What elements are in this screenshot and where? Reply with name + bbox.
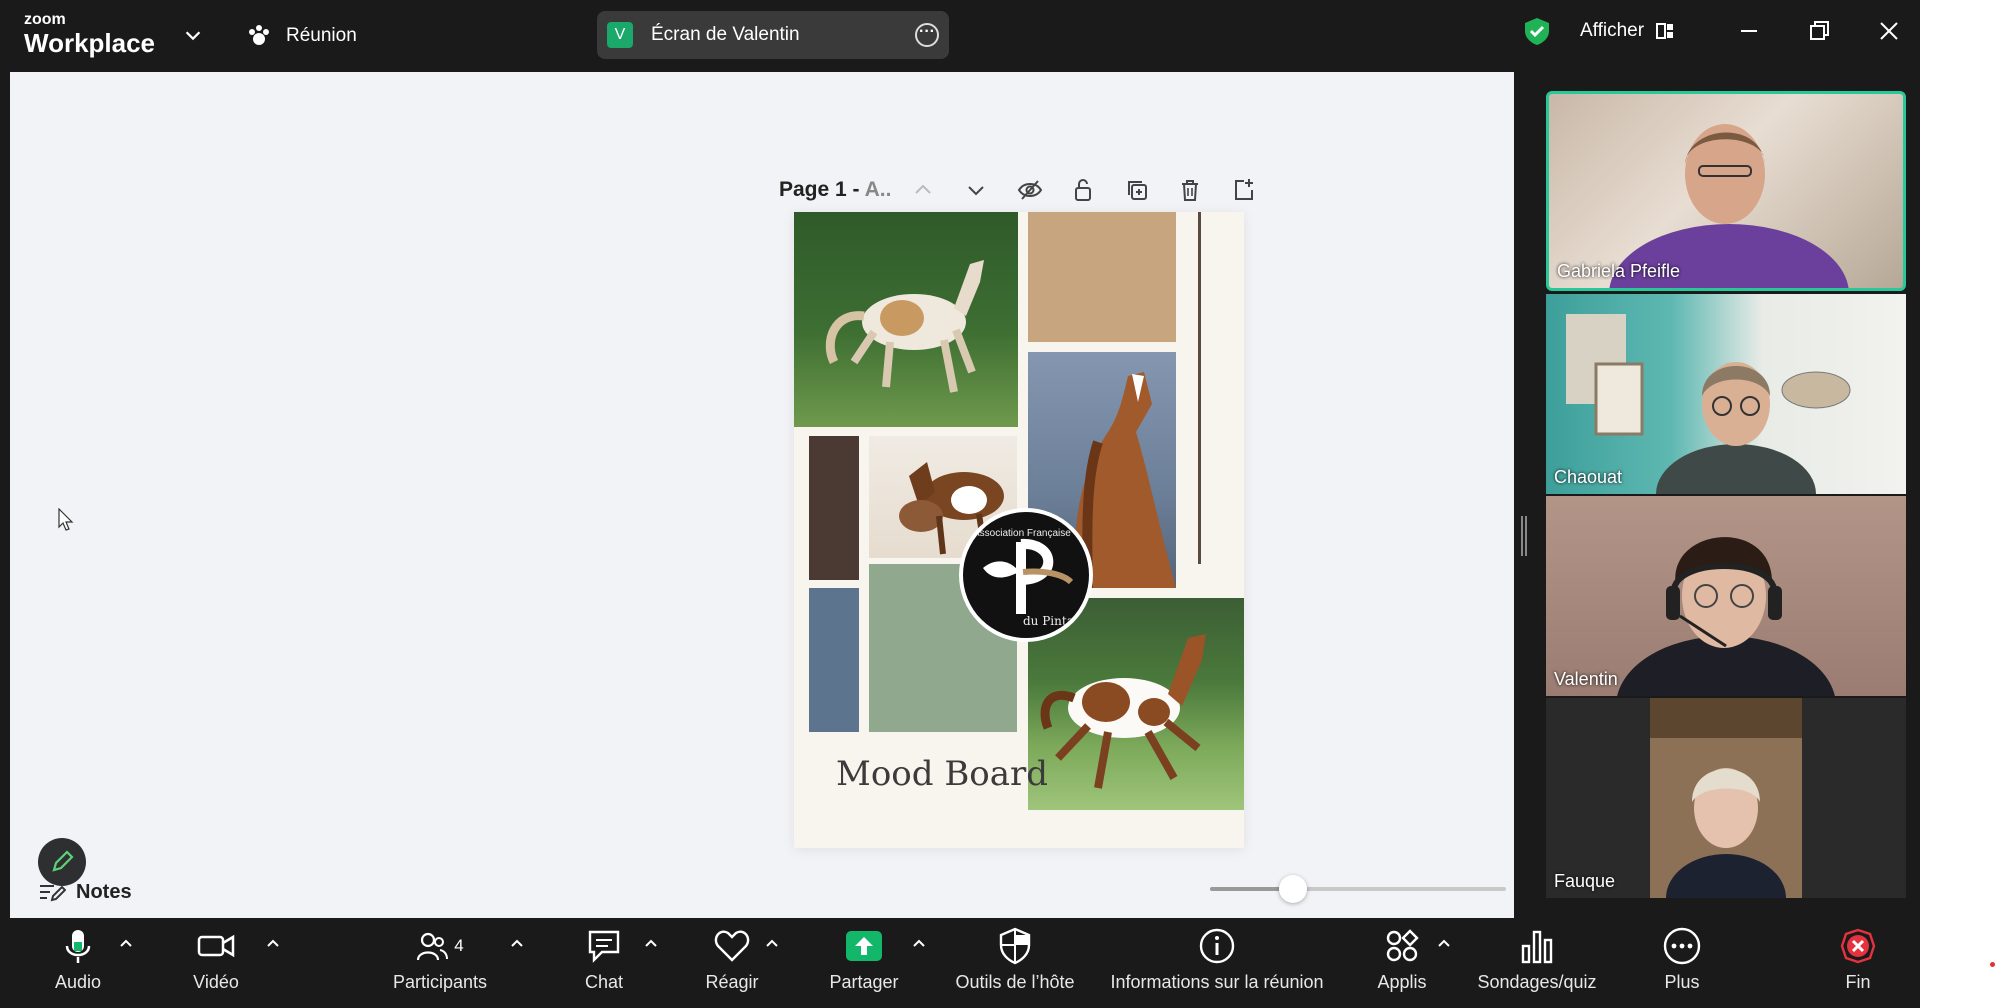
notes-icon bbox=[40, 885, 66, 902]
pencil-icon bbox=[52, 850, 74, 872]
mouse-cursor-icon bbox=[58, 508, 74, 531]
participant-video-4[interactable]: Fauque bbox=[1546, 698, 1906, 898]
participant-name: Chaouat bbox=[1554, 467, 1623, 487]
minimize-icon[interactable] bbox=[1734, 16, 1764, 46]
participant-video-2[interactable]: Chaouat bbox=[1546, 294, 1906, 494]
logo-text-bottom: du Pintado bbox=[1023, 614, 1089, 628]
title-bar: zoom Workplace Réunion V Écran de Valent… bbox=[0, 0, 1920, 72]
chevron-down-icon[interactable] bbox=[962, 176, 990, 204]
more-options-icon[interactable]: ··· bbox=[915, 23, 939, 47]
participant-name: Gabriela Pfeifle bbox=[1557, 261, 1681, 281]
horse-photo-1 bbox=[794, 212, 1018, 427]
more-dots-icon bbox=[1663, 927, 1701, 965]
chevron-down-icon[interactable] bbox=[182, 24, 204, 46]
polls-button[interactable]: Sondages/quiz bbox=[1474, 926, 1600, 993]
screen-share-indicator[interactable]: V Écran de Valentin ··· bbox=[597, 11, 949, 59]
video-button[interactable]: Vidéo bbox=[184, 926, 248, 993]
video-camera-icon bbox=[197, 934, 235, 958]
host-tools-button[interactable]: Outils de l’hôte bbox=[950, 926, 1080, 993]
chat-button[interactable]: Chat bbox=[578, 926, 630, 993]
delete-page-icon[interactable] bbox=[1176, 176, 1204, 204]
meeting-controls: Audio Vidéo 4 Participants Chat Réagir P… bbox=[0, 918, 1920, 1008]
audio-button[interactable]: Audio bbox=[46, 926, 110, 993]
page-toolbar: Page 1 - A.. bbox=[779, 168, 1269, 212]
share-options-caret-icon[interactable] bbox=[912, 938, 926, 948]
tan-color-swatch bbox=[1028, 212, 1176, 342]
participants-button[interactable]: 4 Participants bbox=[388, 926, 492, 993]
lock-icon[interactable] bbox=[1069, 176, 1097, 204]
heart-icon bbox=[714, 930, 750, 962]
participant-name: Valentin bbox=[1554, 669, 1618, 689]
chevron-up-icon[interactable] bbox=[909, 176, 937, 204]
bar-chart-icon bbox=[1521, 930, 1553, 964]
panel-resize-handle[interactable] bbox=[1521, 516, 1527, 556]
end-x-icon bbox=[1840, 928, 1876, 964]
notes-label: Notes bbox=[76, 880, 132, 903]
apps-button[interactable]: Applis bbox=[1370, 926, 1434, 993]
mood-board-canvas[interactable]: Association Française du Pintado Mood Bo… bbox=[794, 212, 1244, 848]
hide-eye-icon[interactable] bbox=[1016, 176, 1044, 204]
desktop-indicator-dot bbox=[1990, 962, 1995, 967]
encryption-shield-icon[interactable] bbox=[1522, 16, 1552, 46]
react-options-caret-icon[interactable] bbox=[765, 938, 779, 948]
participants-paw-icon bbox=[249, 25, 269, 45]
info-icon bbox=[1199, 928, 1235, 964]
meeting-menu[interactable]: Réunion bbox=[246, 20, 357, 52]
microphone-icon bbox=[65, 930, 91, 963]
vertical-divider-line bbox=[1198, 212, 1201, 564]
view-label: Afficher bbox=[1580, 20, 1645, 41]
add-page-icon[interactable] bbox=[1230, 176, 1258, 204]
people-icon bbox=[417, 932, 449, 961]
view-menu[interactable]: Afficher bbox=[1580, 20, 1674, 42]
react-button[interactable]: Réagir bbox=[700, 926, 764, 993]
host-shield-icon bbox=[999, 927, 1031, 965]
zoom-slider[interactable] bbox=[1210, 875, 1506, 903]
layout-icon bbox=[1656, 23, 1674, 39]
participants-options-caret-icon[interactable] bbox=[510, 938, 524, 948]
sharer-initial-badge: V bbox=[607, 22, 633, 48]
association-logo: Association Française du Pintado bbox=[959, 508, 1093, 642]
zoom-slider-handle[interactable] bbox=[1278, 875, 1307, 903]
apps-options-caret-icon[interactable] bbox=[1437, 938, 1451, 948]
participant-video-1[interactable]: Gabriela Pfeifle bbox=[1546, 91, 1906, 291]
share-title: Écran de Valentin bbox=[651, 24, 800, 45]
page-title[interactable]: Page 1 - A.. bbox=[779, 178, 891, 202]
chat-bubble-icon bbox=[588, 930, 620, 963]
chat-options-caret-icon[interactable] bbox=[644, 938, 658, 948]
meeting-label: Réunion bbox=[286, 25, 357, 46]
more-button[interactable]: Plus bbox=[1654, 926, 1710, 993]
zoom-workplace-logo: zoom Workplace bbox=[24, 11, 156, 58]
video-options-caret-icon[interactable] bbox=[266, 938, 280, 948]
shared-screen[interactable]: Page 1 - A.. Association Française du Pi… bbox=[10, 72, 1514, 918]
zoom-window: zoom Workplace Réunion V Écran de Valent… bbox=[0, 0, 1920, 1008]
end-meeting-button[interactable]: Fin bbox=[1830, 926, 1886, 993]
share-screen-button[interactable]: Partager bbox=[826, 926, 902, 993]
participant-video-3[interactable]: Valentin bbox=[1546, 496, 1906, 696]
dark-brown-color-swatch bbox=[809, 436, 859, 580]
edit-pencil-button[interactable] bbox=[38, 838, 86, 886]
audio-options-caret-icon[interactable] bbox=[119, 938, 133, 948]
participant-name: Fauque bbox=[1554, 871, 1616, 891]
meeting-info-button[interactable]: Informations sur la réunion bbox=[1102, 926, 1332, 993]
duplicate-page-icon[interactable] bbox=[1123, 176, 1151, 204]
participants-count: 4 bbox=[454, 936, 464, 955]
share-screen-icon bbox=[846, 931, 882, 961]
slate-blue-color-swatch bbox=[809, 588, 859, 732]
restore-icon[interactable] bbox=[1804, 16, 1834, 46]
notes-button[interactable]: Notes bbox=[38, 880, 132, 904]
mood-board-title: Mood Board bbox=[836, 754, 1049, 794]
close-icon[interactable] bbox=[1874, 16, 1904, 46]
apps-icon bbox=[1386, 929, 1419, 962]
